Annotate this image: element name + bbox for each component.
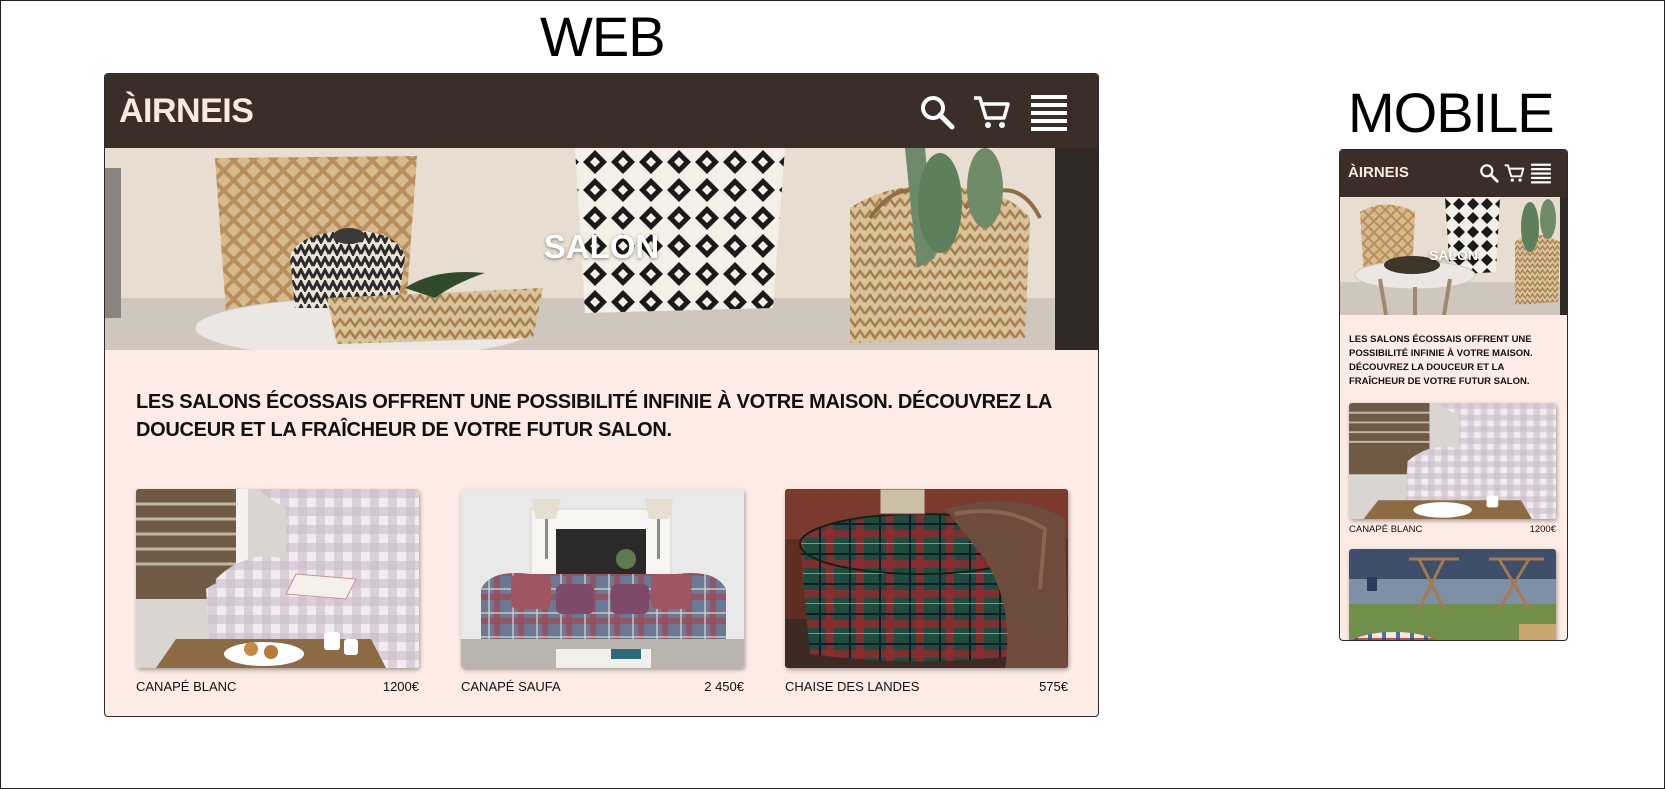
hero-banner: SALON bbox=[105, 148, 1098, 350]
product-image[interactable] bbox=[1349, 403, 1556, 519]
product-card-chaise-des-landes[interactable]: CHAISE DES LANDES 575€ bbox=[785, 489, 1068, 694]
cart-icon[interactable] bbox=[1503, 162, 1525, 184]
search-icon[interactable] bbox=[1478, 162, 1500, 184]
search-icon[interactable] bbox=[917, 92, 957, 132]
product-image[interactable] bbox=[1349, 549, 1556, 640]
product-image[interactable] bbox=[785, 489, 1068, 668]
product-card-canape-blanc[interactable]: CANAPÉ BLANC 1200€ bbox=[136, 489, 419, 694]
category-intro-text: LES SALONS ÉCOSSAIS OFFRENT UNE POSSIBIL… bbox=[1349, 334, 1533, 387]
product-price: 2 450€ bbox=[704, 679, 744, 694]
product-price: 1200€ bbox=[1529, 524, 1556, 535]
product-image[interactable] bbox=[461, 489, 744, 668]
mobile-navbar: ÀIRNEIS bbox=[1340, 150, 1567, 197]
product-image[interactable] bbox=[136, 489, 419, 668]
cart-icon[interactable] bbox=[971, 92, 1011, 132]
product-name[interactable]: CHAISE DES LANDES bbox=[785, 679, 919, 694]
brand-logo[interactable]: ÀIRNEIS bbox=[1348, 164, 1409, 181]
product-card-outdoor[interactable] bbox=[1349, 549, 1556, 640]
hamburger-menu-icon[interactable] bbox=[1029, 92, 1069, 132]
web-navbar: ÀIRNEIS bbox=[105, 74, 1098, 148]
web-mockup: ÀIRNEIS SALON LES SALONS ÉCOSSAIS OFFREN… bbox=[104, 73, 1099, 717]
hero-title: SALON bbox=[543, 228, 660, 265]
product-price: 575€ bbox=[1039, 679, 1068, 694]
hero-banner: SALON bbox=[1340, 197, 1567, 315]
product-price: 1200€ bbox=[382, 679, 419, 694]
product-card-canape-blanc[interactable]: CANAPÉ BLANC 1200€ bbox=[1349, 403, 1556, 538]
brand-logo[interactable]: ÀIRNEIS bbox=[119, 92, 254, 131]
web-section-label: WEB bbox=[540, 5, 666, 68]
category-intro-text: LES SALONS ÉCOSSAIS OFFRENT UNE POSSIBIL… bbox=[136, 391, 1052, 441]
hero-title: SALON bbox=[1429, 247, 1478, 263]
mobile-mockup: ÀIRNEIS SALON LES SALONS ÉCOSSAIS OFFREN… bbox=[1339, 149, 1568, 641]
product-name[interactable]: CANAPÉ BLANC bbox=[136, 679, 236, 694]
hamburger-menu-icon[interactable] bbox=[1530, 162, 1552, 184]
mobile-section-label: MOBILE bbox=[1348, 81, 1555, 144]
product-name[interactable]: CANAPÉ BLANC bbox=[1349, 524, 1422, 535]
product-card-canape-saufa[interactable]: CANAPÉ SAUFA 2 450€ bbox=[461, 489, 744, 694]
product-name[interactable]: CANAPÉ SAUFA bbox=[461, 679, 561, 694]
